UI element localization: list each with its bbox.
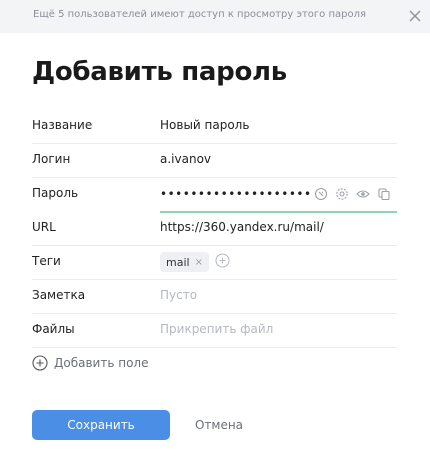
note-row: Заметка Пусто [32,280,397,314]
add-tag-icon[interactable] [215,253,230,268]
plus-circle-icon [32,355,48,371]
password-label: Пароль [32,186,79,200]
tag-chip-mail[interactable]: mail × [160,252,209,272]
name-field[interactable]: Новый пароль [160,118,249,132]
tag-chip-label: mail [166,255,190,269]
tags-label: Теги [32,254,61,268]
add-field-button[interactable]: Добавить поле [32,354,148,372]
note-field[interactable]: Пусто [160,288,197,302]
login-label: Логин [32,152,71,166]
tags-row: Теги mail × [32,246,397,280]
login-row: Логин a.ivanov [32,144,397,178]
attach-file-field[interactable]: Прикрепить файл [160,322,273,336]
url-row: URL https://360.yandex.ru/mail/ [32,212,397,246]
files-label: Файлы [32,322,75,336]
name-row: Название Новый пароль [32,110,397,144]
login-field[interactable]: a.ivanov [160,152,211,166]
add-field-label: Добавить поле [54,356,149,370]
password-field[interactable]: •••••••••••••••••••• [160,187,312,201]
tag-remove-icon[interactable]: × [195,257,203,268]
access-banner: Ещё 5 пользователей имеют доступ к просм… [0,0,430,33]
password-row: Пароль •••••••••••••••••••• [32,178,397,213]
eye-icon[interactable] [356,186,370,200]
close-icon[interactable] [408,8,422,22]
settings-icon[interactable] [335,186,349,200]
page-title: Добавить пароль [32,57,287,87]
generate-icon[interactable] [314,186,328,201]
url-label: URL [32,220,56,234]
copy-icon[interactable] [377,186,391,201]
access-banner-text: Ещё 5 пользователей имеют доступ к просм… [33,9,366,20]
url-field[interactable]: https://360.yandex.ru/mail/ [160,220,324,234]
note-label: Заметка [32,288,86,302]
name-label: Название [32,118,93,132]
save-button[interactable]: Сохранить [32,410,170,440]
files-row: Файлы Прикрепить файл [32,314,397,348]
cancel-button[interactable]: Отмена [186,410,252,440]
